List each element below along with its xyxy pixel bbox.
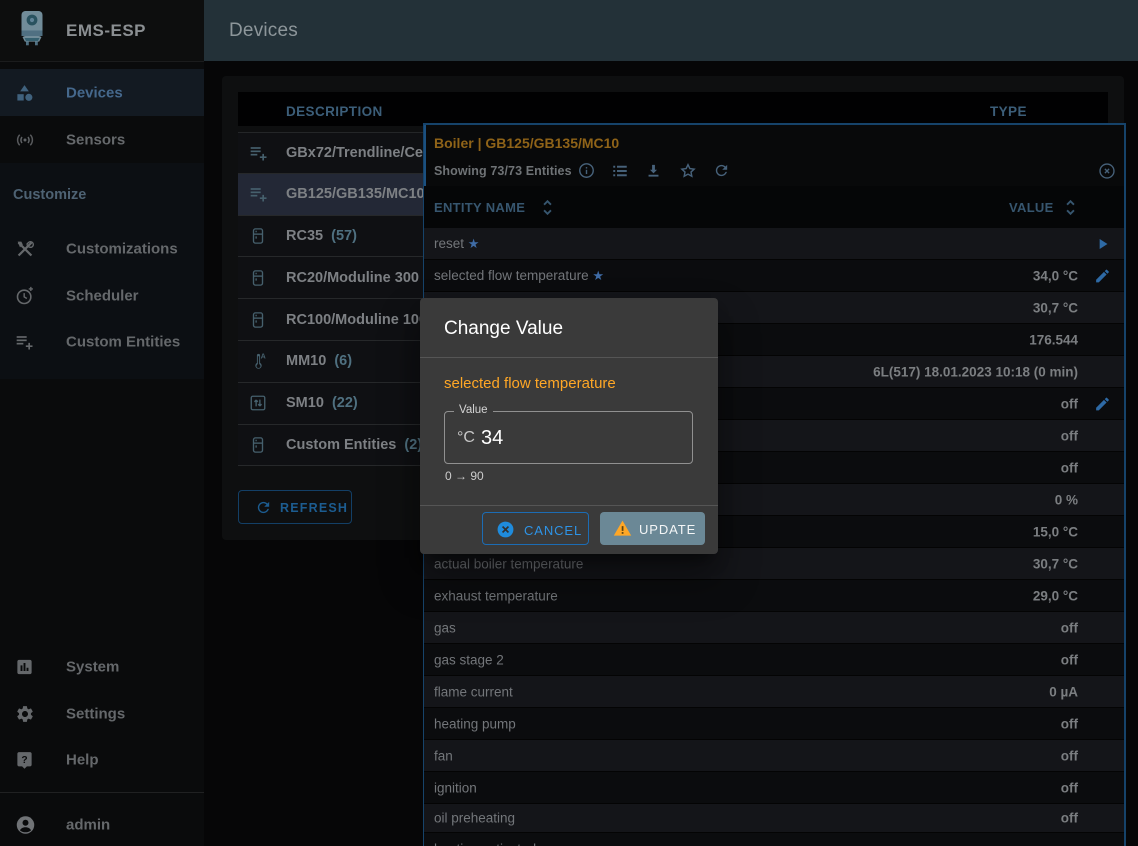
svg-text:A: A bbox=[261, 353, 266, 361]
svg-text:?: ? bbox=[21, 754, 27, 765]
